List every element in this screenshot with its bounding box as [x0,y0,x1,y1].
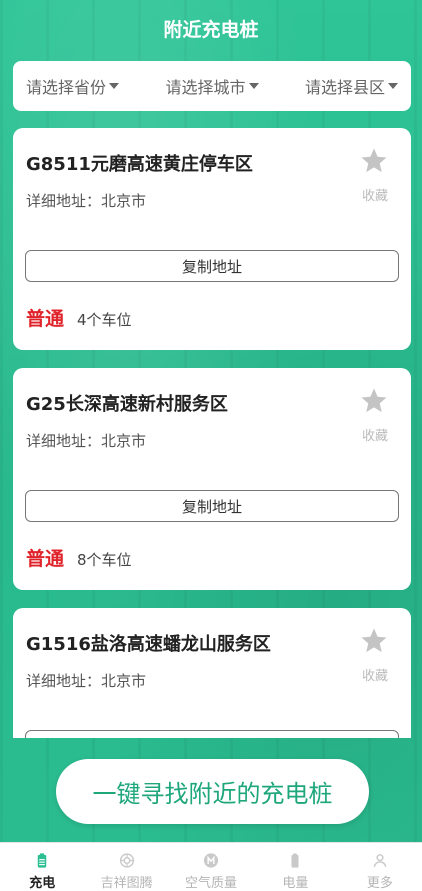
station-name: G1516盐洛高速蟠龙山服务区 [26,634,271,655]
station-card: G25长深高速新村服务区 详细地址：北京市 收藏 复制地址 普通 8个车位 [13,368,411,590]
station-card: G1516盐洛高速蟠龙山服务区 详细地址：北京市 收藏 复制地址 普通 [13,608,411,738]
province-select-label: 请选择省份 [26,78,107,97]
find-nearby-button[interactable]: 一键寻找附近的充电桩 [56,759,369,824]
copy-address-button[interactable]: 复制地址 [25,730,399,738]
parking-spaces: 4个车位 [77,311,132,329]
station-name: G8511元磨高速黄庄停车区 [26,154,253,175]
battery-charge-icon [37,853,47,868]
favorite-label[interactable]: 收藏 [362,665,388,684]
tab-charge[interactable]: 充电 [0,843,84,891]
battery-icon [291,853,299,868]
charger-type: 普通 [26,548,65,570]
bottom-tab-bar: 充电 吉祥图腾 空气质量 电量 更多 [0,842,422,891]
caret-down-icon [109,83,120,89]
copy-address-button[interactable]: 复制地址 [25,490,399,522]
tab-air-quality[interactable]: 空气质量 [169,843,253,891]
tab-label: 电量 [282,876,309,891]
charger-type: 普通 [26,308,65,330]
star-icon[interactable] [359,386,389,416]
parking-spaces: 8个车位 [77,551,132,569]
region-filter-bar: 请选择省份 请选择城市 请选择县区 [13,61,411,111]
city-select[interactable]: 请选择城市 [165,74,259,98]
star-icon[interactable] [359,626,389,656]
tab-label: 空气质量 [185,876,238,891]
favorite-label[interactable]: 收藏 [362,425,388,444]
person-icon [373,854,387,868]
tab-label: 更多 [366,876,393,891]
tab-label: 吉祥图腾 [100,876,153,891]
station-card: G8511元磨高速黄庄停车区 详细地址：北京市 收藏 复制地址 普通 4个车位 [13,128,411,350]
tab-battery[interactable]: 电量 [253,843,337,891]
district-select-label: 请选择县区 [304,78,385,97]
caret-down-icon [248,83,259,89]
favorite-label[interactable]: 收藏 [362,185,388,204]
copy-address-button[interactable]: 复制地址 [25,250,399,282]
district-select[interactable]: 请选择县区 [305,74,398,98]
city-select-label: 请选择城市 [165,78,246,97]
totem-icon [119,853,134,868]
page-title: 附近充电桩 [163,18,259,41]
station-address: 详细地址：北京市 [26,192,147,210]
star-icon[interactable] [359,146,389,176]
leaf-icon [203,853,219,868]
station-address: 详细地址：北京市 [26,432,147,450]
tab-label: 充电 [29,876,56,891]
station-address: 详细地址：北京市 [26,672,147,690]
province-select[interactable]: 请选择省份 [26,74,120,98]
station-list[interactable]: G8511元磨高速黄庄停车区 详细地址：北京市 收藏 复制地址 普通 4个车位 … [0,128,422,738]
caret-down-icon [387,83,398,89]
tab-more[interactable]: 更多 [338,843,422,891]
station-name: G25长深高速新村服务区 [26,394,228,415]
tab-totem[interactable]: 吉祥图腾 [84,843,168,891]
